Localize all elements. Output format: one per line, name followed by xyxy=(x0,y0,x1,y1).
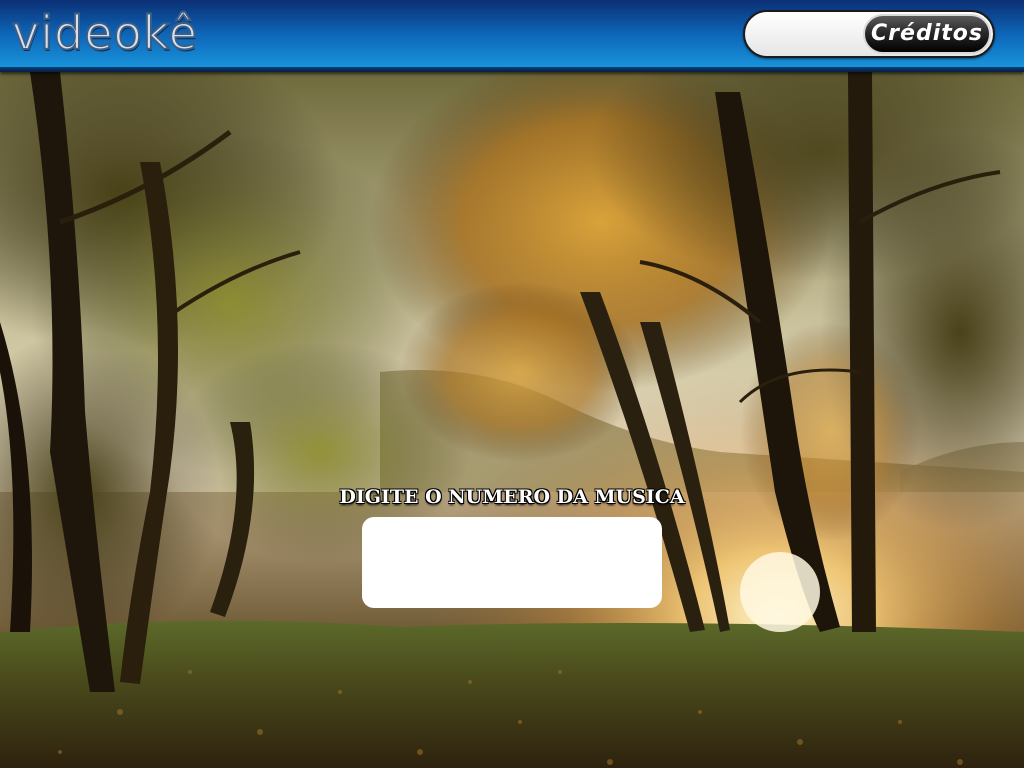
credits-display: Créditos xyxy=(743,10,995,58)
top-bar: videokê Créditos xyxy=(0,0,1024,72)
videoke-logo: videokê xyxy=(11,5,198,61)
credits-button[interactable]: Créditos xyxy=(863,14,991,54)
background-forest-scene xyxy=(0,72,1024,768)
videoke-app: videokê Créditos DIGITE O NUMERO DA MUSI… xyxy=(0,0,1024,768)
song-number-prompt: DIGITE O NUMERO DA MUSICA xyxy=(339,486,685,508)
song-number-input[interactable] xyxy=(362,517,662,608)
